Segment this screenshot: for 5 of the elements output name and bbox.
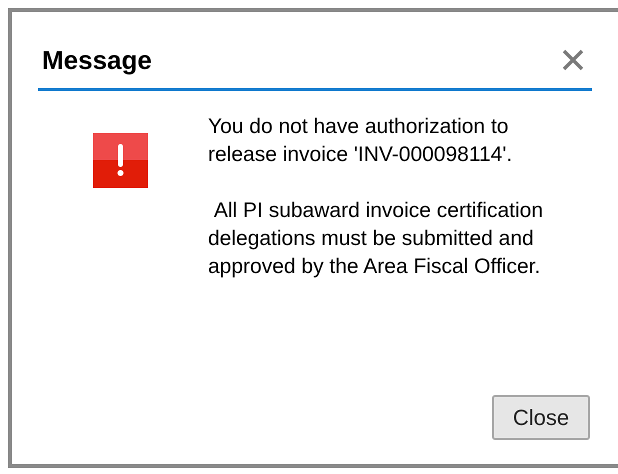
dialog-title: Message [42, 44, 152, 77]
close-button[interactable]: Close [492, 395, 590, 440]
message-text: You do not have authorization to release invoice 'INV-000098114'. [208, 114, 514, 168]
error-icon [93, 133, 148, 188]
message-text: All PI subaward invoice certification delegations must be submitted and approved by the Area Fiscal Officer. [208, 198, 544, 280]
